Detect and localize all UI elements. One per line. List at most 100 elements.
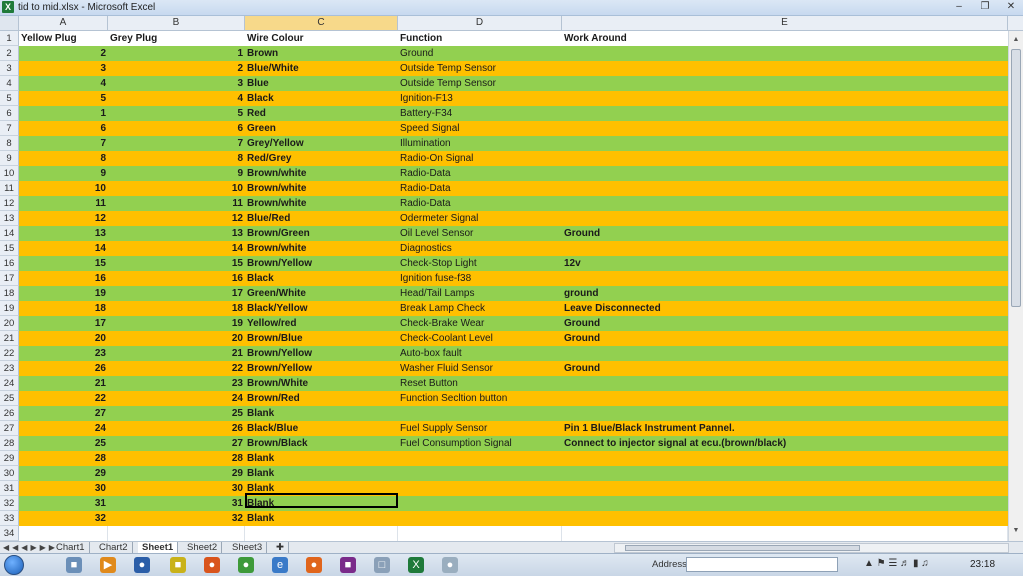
excel-icon[interactable]: X	[2, 1, 14, 13]
cell-e[interactable]: Work Around	[562, 31, 1008, 46]
cell-d[interactable]: Outside Temp Sensor	[398, 76, 562, 91]
cell-b[interactable]: 6	[108, 121, 245, 136]
cell-e[interactable]: Ground	[562, 361, 1008, 376]
cell-c[interactable]: Brown/Yellow	[245, 346, 398, 361]
column-header-c[interactable]: C	[245, 16, 398, 30]
cell-a[interactable]: 8	[19, 151, 108, 166]
cell-b[interactable]: 11	[108, 196, 245, 211]
cell-a[interactable]: 29	[19, 466, 108, 481]
row-number[interactable]: 27	[0, 421, 19, 436]
cell-b[interactable]: 4	[108, 91, 245, 106]
cell-c[interactable]: Green/White	[245, 286, 398, 301]
cell-a[interactable]: 4	[19, 76, 108, 91]
cell-c[interactable]: Blank	[245, 451, 398, 466]
cell-b[interactable]: 27	[108, 436, 245, 451]
row-number[interactable]: 1	[0, 31, 19, 46]
cell-c[interactable]: Wire Colour	[245, 31, 398, 46]
cell-d[interactable]: Radio-Data	[398, 196, 562, 211]
row-number[interactable]: 13	[0, 211, 19, 226]
cell-c[interactable]: Red	[245, 106, 398, 121]
cell-b[interactable]: 12	[108, 211, 245, 226]
cell-c[interactable]: Blank	[245, 466, 398, 481]
row-number[interactable]: 15	[0, 241, 19, 256]
cell-a[interactable]: 1	[19, 106, 108, 121]
cell-c[interactable]: Blank	[245, 511, 398, 526]
cell-a[interactable]: 28	[19, 451, 108, 466]
cell-a[interactable]: 19	[19, 286, 108, 301]
cell-d[interactable]	[398, 526, 562, 541]
horizontal-scroll-thumb[interactable]	[625, 545, 860, 551]
app-icon-4[interactable]: ■	[340, 557, 356, 573]
chrome-icon[interactable]: ●	[238, 557, 254, 573]
row-number[interactable]: 4	[0, 76, 19, 91]
cell-d[interactable]: Check-Coolant Level	[398, 331, 562, 346]
cell-d[interactable]: Ground	[398, 46, 562, 61]
cell-b[interactable]: 29	[108, 466, 245, 481]
row-number[interactable]: 5	[0, 91, 19, 106]
vertical-scroll-thumb[interactable]	[1011, 49, 1021, 307]
cell-d[interactable]: Washer Fluid Sensor	[398, 361, 562, 376]
row-number[interactable]: 28	[0, 436, 19, 451]
cell-a[interactable]: 22	[19, 391, 108, 406]
column-header-b[interactable]: B	[108, 16, 245, 30]
cell-d[interactable]: Fuel Supply Sensor	[398, 421, 562, 436]
cell-b[interactable]: 10	[108, 181, 245, 196]
cell-b[interactable]: 23	[108, 376, 245, 391]
cell-c[interactable]: Black	[245, 271, 398, 286]
cell-e[interactable]	[562, 376, 1008, 391]
cell-b[interactable]: 1	[108, 46, 245, 61]
cell-a[interactable]: 17	[19, 316, 108, 331]
cell-e[interactable]: 12v	[562, 256, 1008, 271]
cell-c[interactable]: Brown/white	[245, 181, 398, 196]
cell-a[interactable]: 14	[19, 241, 108, 256]
row-number[interactable]: 11	[0, 181, 19, 196]
cell-e[interactable]: Ground	[562, 316, 1008, 331]
cell-b[interactable]: 31	[108, 496, 245, 511]
cell-a[interactable]: 5	[19, 91, 108, 106]
cell-a[interactable]: 27	[19, 406, 108, 421]
row-number[interactable]: 25	[0, 391, 19, 406]
cell-e[interactable]	[562, 391, 1008, 406]
vertical-scrollbar[interactable]: ▲ ▼	[1008, 31, 1023, 541]
cell-d[interactable]: Diagnostics	[398, 241, 562, 256]
cell-e[interactable]: Pin 1 Blue/Black Instrument Pannel.	[562, 421, 1008, 436]
scroll-down-icon[interactable]: ▼	[1011, 525, 1021, 537]
cell-d[interactable]: Speed Signal	[398, 121, 562, 136]
active-cell-selection[interactable]	[245, 493, 398, 508]
cell-b[interactable]	[108, 526, 245, 541]
row-number[interactable]: 6	[0, 106, 19, 121]
row-number[interactable]: 2	[0, 46, 19, 61]
row-number[interactable]: 23	[0, 361, 19, 376]
cell-e[interactable]	[562, 346, 1008, 361]
cell-e[interactable]	[562, 121, 1008, 136]
cell-b[interactable]: 28	[108, 451, 245, 466]
cell-d[interactable]	[398, 466, 562, 481]
cell-e[interactable]	[562, 511, 1008, 526]
cell-d[interactable]: Oil Level Sensor	[398, 226, 562, 241]
cell-c[interactable]: Brown/white	[245, 196, 398, 211]
cell-a[interactable]	[19, 526, 108, 541]
cell-a[interactable]: 11	[19, 196, 108, 211]
notepad-icon[interactable]: □	[374, 557, 390, 573]
cell-c[interactable]: Brown/Green	[245, 226, 398, 241]
cell-a[interactable]: 31	[19, 496, 108, 511]
column-header-e[interactable]: E	[562, 16, 1008, 30]
row-number[interactable]: 20	[0, 316, 19, 331]
cell-a[interactable]: 9	[19, 166, 108, 181]
cell-e[interactable]: Leave Disconnected	[562, 301, 1008, 316]
cell-e[interactable]	[562, 211, 1008, 226]
cell-b[interactable]: 17	[108, 286, 245, 301]
cell-c[interactable]: Blank	[245, 406, 398, 421]
cell-b[interactable]: 24	[108, 391, 245, 406]
cell-a[interactable]: 24	[19, 421, 108, 436]
row-number[interactable]: 12	[0, 196, 19, 211]
cell-e[interactable]	[562, 106, 1008, 121]
app-icon[interactable]: ●	[134, 557, 150, 573]
cell-d[interactable]	[398, 496, 562, 511]
cell-a[interactable]: 7	[19, 136, 108, 151]
cell-c[interactable]: Blue/White	[245, 61, 398, 76]
cell-b[interactable]: 20	[108, 331, 245, 346]
cell-e[interactable]	[562, 151, 1008, 166]
cell-c[interactable]: Blue	[245, 76, 398, 91]
cell-d[interactable]: Ignition fuse-f38	[398, 271, 562, 286]
